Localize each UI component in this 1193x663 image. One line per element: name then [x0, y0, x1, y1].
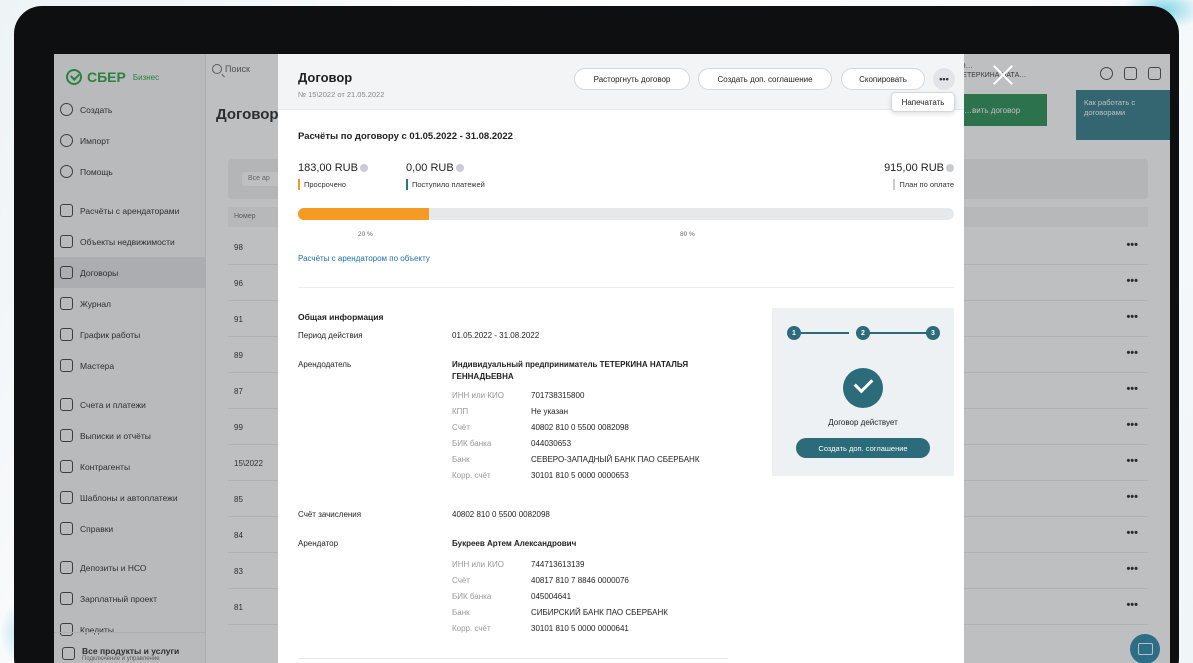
detail-value: 701738315800 — [531, 391, 585, 400]
create-addendum-button[interactable]: Создать доп. соглашение — [698, 68, 832, 90]
general-info-title: Общая информация — [298, 312, 384, 322]
detail-label: Корр. счёт — [452, 471, 491, 480]
landlord-name-line2: ГЕННАДЬЕВНА — [452, 372, 514, 381]
account-value: 40802 810 0 5500 0082098 — [452, 510, 550, 519]
copy-button[interactable]: Скопировать — [841, 68, 925, 90]
status-text: Договор действует — [828, 418, 898, 427]
overdue-amount: 183,00 RUB — [298, 162, 368, 174]
laptop-frame: СБЕР Бизнес Создать Импорт Помощь Расчёты с… — [14, 6, 1179, 663]
print-menu-item[interactable]: Напечатать — [891, 92, 955, 112]
period-value: 01.05.2022 - 31.08.2022 — [452, 331, 540, 340]
detail-value: 044030653 — [531, 439, 572, 448]
app-screen: СБЕР Бизнес Создать Импорт Помощь Расчёты с… — [54, 54, 1170, 663]
info-icon[interactable] — [359, 164, 368, 173]
step-line — [801, 332, 849, 334]
detail-label: БИК банка — [452, 439, 492, 448]
detail-label: Счёт — [452, 423, 470, 432]
period-label: Период действия — [298, 331, 363, 340]
tenant-settlements-link[interactable]: Расчёты с арендатором по объекту — [298, 254, 430, 263]
step-line — [869, 332, 927, 334]
progress-fill — [298, 208, 430, 220]
landlord-name-line1: Индивидуальный предприниматель ТЕТЕРКИНА… — [452, 360, 689, 369]
progress-pct-left: 20 % — [358, 231, 373, 238]
detail-value: 40817 810 7 8846 0000076 — [531, 576, 629, 585]
close-icon[interactable] — [992, 64, 1014, 86]
info-icon[interactable] — [455, 164, 464, 173]
detail-value: 744713613139 — [531, 560, 585, 569]
detail-label: Банк — [452, 608, 470, 617]
detail-label: КПП — [452, 407, 469, 416]
payment-progress-bar — [298, 208, 954, 220]
received-amount: 0,00 RUB — [406, 162, 464, 174]
tenant-name: Букреев Артем Александрович — [452, 539, 577, 548]
check-icon — [843, 368, 883, 408]
detail-label: Корр. счёт — [452, 624, 491, 633]
detail-label: ИНН или КИО — [452, 560, 504, 569]
step-2: 2 — [856, 326, 870, 340]
contract-number: № 15\2022 от 21.05.2022 — [298, 90, 385, 99]
detail-label: ИНН или КИО — [452, 391, 504, 400]
received-amount-value: 0,00 RUB — [406, 162, 454, 174]
detail-value: СЕВЕРО-ЗАПАДНЫЙ БАНК ПАО СБЕРБАНК — [531, 455, 700, 464]
plan-amount: 915,00 RUB — [884, 162, 954, 174]
progress-pct-right: 80 % — [680, 231, 695, 238]
detail-label: Банк — [452, 455, 470, 464]
info-icon[interactable] — [946, 164, 954, 173]
detail-value: 30101 810 5 0000 0000641 — [531, 624, 629, 633]
step-3: 3 — [926, 326, 940, 340]
overdue-label: Просрочено — [298, 179, 346, 190]
photo-background: СБЕР Бизнес Создать Импорт Помощь Расчёты с… — [0, 0, 1193, 663]
status-create-addendum-button[interactable]: Создать доп. соглашение — [796, 438, 930, 458]
landlord-label: Арендодатель — [298, 360, 352, 369]
contract-status-card: 1 2 3 Договор действует Создать доп. сог… — [772, 308, 954, 476]
account-label: Счёт зачисления — [298, 510, 362, 519]
detail-value: 30101 810 5 0000 0000653 — [531, 471, 629, 480]
plan-label: План по оплате — [893, 179, 954, 190]
tenant-label: Арендатор — [298, 539, 339, 548]
terminate-contract-button[interactable]: Расторгнуть договор — [574, 68, 690, 90]
contract-modal: Договор № 15\2022 от 21.05.2022 Расторгн… — [278, 54, 964, 663]
detail-label: Счёт — [452, 576, 470, 585]
overdue-amount-value: 183,00 RUB — [298, 162, 358, 174]
detail-value: Не указан — [531, 407, 569, 416]
modal-title: Договор — [298, 70, 353, 85]
divider — [298, 287, 954, 288]
settlements-title: Расчёты по договору с 01.05.2022 - 31.08… — [298, 131, 513, 142]
detail-value: 045004641 — [531, 592, 572, 601]
modal-header: Договор № 15\2022 от 21.05.2022 Расторгн… — [278, 54, 964, 110]
detail-value: СИБИРСКИЙ БАНК ПАО СБЕРБАНК — [531, 608, 668, 617]
divider — [298, 658, 728, 659]
received-label: Поступило платежей — [406, 179, 485, 190]
detail-value: 40802 810 0 5500 0082098 — [531, 423, 629, 432]
detail-label: БИК банка — [452, 592, 492, 601]
plan-amount-value: 915,00 RUB — [884, 162, 944, 174]
more-actions-button[interactable]: ••• — [933, 68, 955, 90]
step-1: 1 — [787, 326, 801, 340]
